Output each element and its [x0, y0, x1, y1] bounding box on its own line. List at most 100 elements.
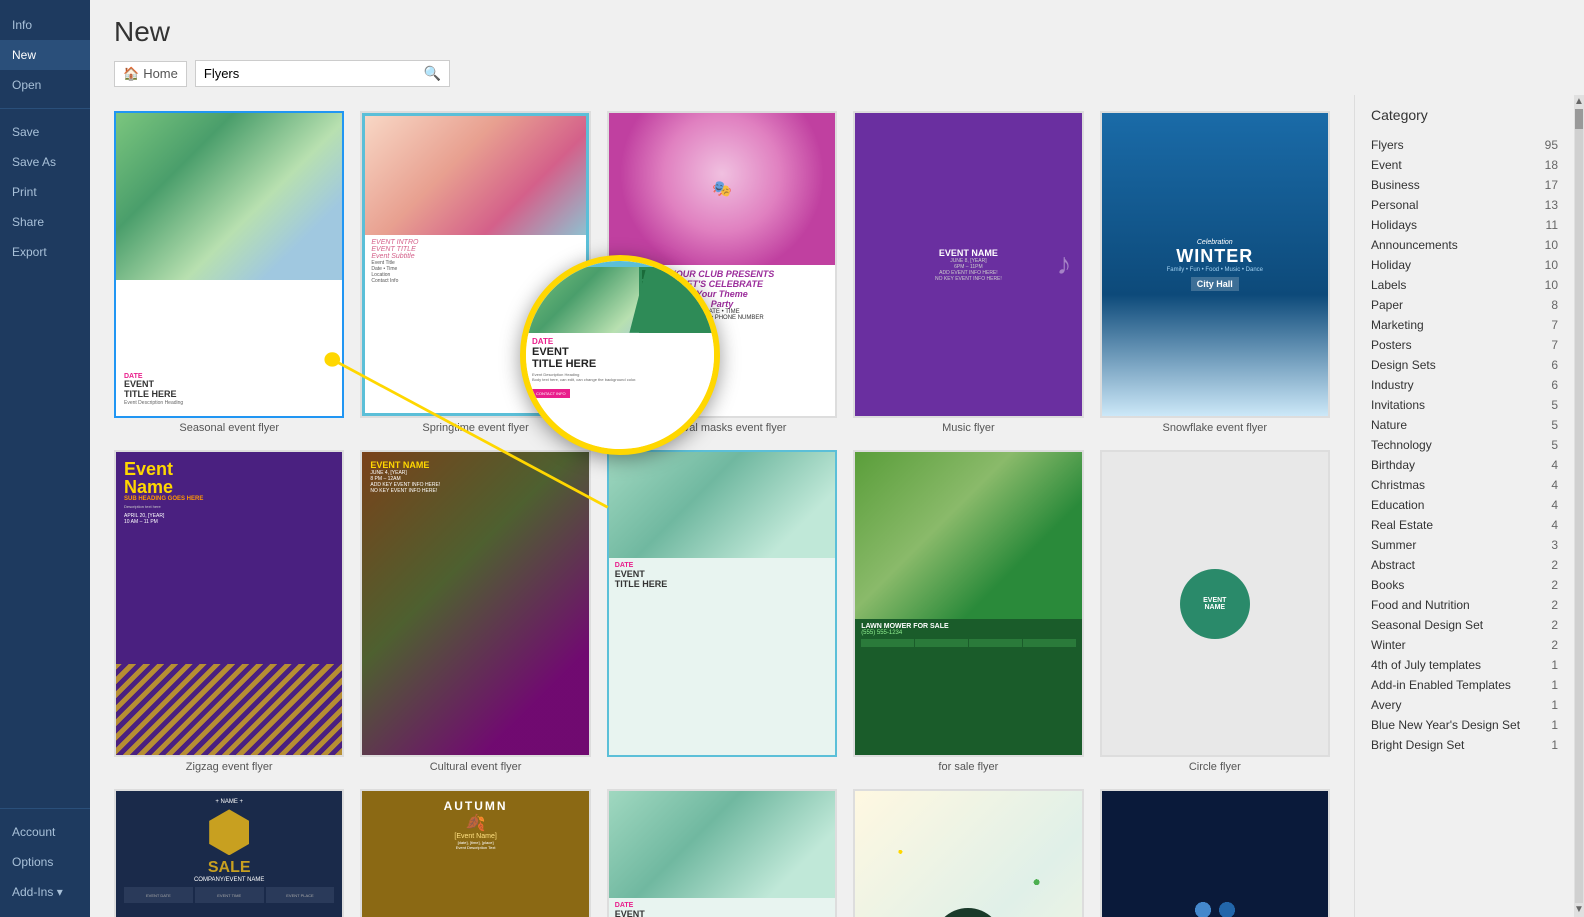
template-card-forsale[interactable]: LAWN MOWER FOR SALE (555) 555-1234 [853, 450, 1083, 773]
category-item-holiday[interactable]: Holiday 10 [1371, 255, 1558, 275]
flyer-zigzag-sub: SUB HEADING GOES HERE [124, 496, 334, 502]
category-item-food-and-nutrition[interactable]: Food and Nutrition 2 [1371, 595, 1558, 615]
template-thumb-autumn[interactable]: AUTUMN 🍂 [Event Name] [date], [time], [p… [360, 789, 590, 917]
sidebar-item-share[interactable]: Share [0, 207, 90, 237]
flyer-music-details: JUNE 8, [YEAR]6PM – 11PMADD EVENT INFO H… [935, 258, 1002, 282]
flyer-snowflake: Celebration WINTER Family • Fun • Food •… [1102, 113, 1328, 416]
category-item-education[interactable]: Education 4 [1371, 495, 1558, 515]
category-name: Christmas [1371, 478, 1425, 492]
template-card-summerparty[interactable]: SUMMERPARTYMM.DD.YY Summer party flyer [853, 789, 1083, 917]
category-item-books[interactable]: Books 2 [1371, 575, 1558, 595]
template-card-music[interactable]: ♪ EVENT NAME JUNE 8, [YEAR]6PM – 11PMADD… [853, 111, 1083, 434]
category-item-christmas[interactable]: Christmas 4 [1371, 475, 1558, 495]
template-card-elegantspring[interactable]: DATE EVENTTITLE HERE placeholder [607, 450, 837, 773]
template-label-circle: Circle flyer [1189, 761, 1241, 773]
category-item-avery[interactable]: Avery 1 [1371, 695, 1558, 715]
category-item-business[interactable]: Business 17 [1371, 175, 1558, 195]
category-item-summer[interactable]: Summer 3 [1371, 535, 1558, 555]
category-item-marketing[interactable]: Marketing 7 [1371, 315, 1558, 335]
template-card-elegantspring-real[interactable]: DATE EVENTTITLE HERE Elegant spring flye… [607, 789, 837, 917]
template-thumb-zigzag[interactable]: EventName SUB HEADING GOES HERE Descript… [114, 450, 344, 757]
scroll-down-arrow[interactable]: ▼ [1574, 905, 1584, 915]
flyer-elegantspring-text: DATE EVENTTITLE HERE [609, 558, 835, 593]
category-count: 7 [1551, 338, 1558, 352]
category-item-event[interactable]: Event 18 [1371, 155, 1558, 175]
template-card-circle[interactable]: EVENTNAME Circle flyer [1100, 450, 1330, 773]
template-card-snowflake[interactable]: Celebration WINTER Family • Fun • Food •… [1100, 111, 1330, 434]
category-name: Announcements [1371, 238, 1458, 252]
category-item-4th-of-july-templates[interactable]: 4th of July templates 1 [1371, 655, 1558, 675]
sidebar-item-options[interactable]: Options [0, 847, 90, 877]
category-name: Blue New Year's Design Set [1371, 718, 1520, 732]
template-thumb-seasonal[interactable]: DATE EVENTTITLE HERE Event Description H… [114, 111, 344, 418]
template-thumb-sale[interactable]: + NAME + SALE COMPANY/EVENT NAME EVENT D… [114, 789, 344, 917]
scroll-thumb[interactable] [1575, 109, 1583, 129]
search-input-wrap: 🔍 [195, 60, 450, 87]
category-item-blue-new-year's-design-set[interactable]: Blue New Year's Design Set 1 [1371, 715, 1558, 735]
category-item-real-estate[interactable]: Real Estate 4 [1371, 515, 1558, 535]
category-item-nature[interactable]: Nature 5 [1371, 415, 1558, 435]
template-thumb-summerparty[interactable]: SUMMERPARTYMM.DD.YY [853, 789, 1083, 917]
template-label-music: Music flyer [942, 422, 995, 434]
category-item-personal[interactable]: Personal 13 [1371, 195, 1558, 215]
search-input[interactable] [196, 62, 416, 85]
sidebar-item-new[interactable]: New [0, 40, 90, 70]
template-thumb-elegwinter[interactable]: NIGHT FASHION SHOW WINTERPARTY EVENTDATE… [1100, 789, 1330, 917]
category-item-paper[interactable]: Paper 8 [1371, 295, 1558, 315]
sidebar-item-addins[interactable]: Add-Ins ▾ [0, 877, 90, 907]
template-card-zigzag[interactable]: EventName SUB HEADING GOES HERE Descript… [114, 450, 344, 773]
category-item-bright-design-set[interactable]: Bright Design Set 1 [1371, 735, 1558, 755]
home-button[interactable]: 🏠 Home [114, 61, 187, 87]
template-card-cultural[interactable]: EVENT NAME JUNE 4, [YEAR]8 PM – 12AMADD … [360, 450, 590, 773]
category-item-holidays[interactable]: Holidays 11 [1371, 215, 1558, 235]
sidebar-item-print[interactable]: Print [0, 177, 90, 207]
category-item-labels[interactable]: Labels 10 [1371, 275, 1558, 295]
flyer-zigzag-text: Description text here [124, 504, 334, 509]
category-count: 2 [1551, 598, 1558, 612]
category-item-add-in-enabled-templates[interactable]: Add-in Enabled Templates 1 [1371, 675, 1558, 695]
category-item-design-sets[interactable]: Design Sets 6 [1371, 355, 1558, 375]
category-item-industry[interactable]: Industry 6 [1371, 375, 1558, 395]
sidebar-item-export[interactable]: Export [0, 237, 90, 267]
template-card-autumn[interactable]: AUTUMN 🍂 [Event Name] [date], [time], [p… [360, 789, 590, 917]
sidebar-item-info[interactable]: Info [0, 10, 90, 40]
category-item-announcements[interactable]: Announcements 10 [1371, 235, 1558, 255]
category-item-winter[interactable]: Winter 2 [1371, 635, 1558, 655]
sidebar-item-open[interactable]: Open [0, 70, 90, 100]
flyer-sale-company: COMPANY/EVENT NAME [124, 877, 334, 883]
sidebar-item-save-as[interactable]: Save As [0, 147, 90, 177]
category-item-posters[interactable]: Posters 7 [1371, 335, 1558, 355]
template-thumb-forsale[interactable]: LAWN MOWER FOR SALE (555) 555-1234 [853, 450, 1083, 757]
scroll-track[interactable] [1575, 109, 1583, 903]
flyer-elegantspring-title-real: EVENTTITLE HERE [615, 909, 829, 917]
flyer-snowflake-sub: Family • Fun • Food • Music • Dance [1167, 267, 1263, 273]
template-thumb-music[interactable]: ♪ EVENT NAME JUNE 8, [YEAR]6PM – 11PMADD… [853, 111, 1083, 418]
zoom-date: DATE [532, 337, 708, 346]
template-thumb-cultural[interactable]: EVENT NAME JUNE 4, [YEAR]8 PM – 12AMADD … [360, 450, 590, 757]
category-item-technology[interactable]: Technology 5 [1371, 435, 1558, 455]
scrollbar-vertical[interactable]: ▲ ▼ [1574, 95, 1584, 917]
template-card-sale[interactable]: + NAME + SALE COMPANY/EVENT NAME EVENT D… [114, 789, 344, 917]
sidebar-item-account[interactable]: Account [0, 817, 90, 847]
category-name: Winter [1371, 638, 1406, 652]
template-card-elegwinter[interactable]: NIGHT FASHION SHOW WINTERPARTY EVENTDATE… [1100, 789, 1330, 917]
category-item-abstract[interactable]: Abstract 2 [1371, 555, 1558, 575]
zoom-sidebar-item-1: Add Key Event Info Here! [642, 270, 711, 279]
flyer-cultural: EVENT NAME JUNE 4, [YEAR]8 PM – 12AMADD … [362, 452, 588, 755]
template-thumb-elegantspring-real[interactable]: DATE EVENTTITLE HERE [607, 789, 837, 917]
template-thumb-circle[interactable]: EVENTNAME [1100, 450, 1330, 757]
category-item-flyers[interactable]: Flyers 95 [1371, 135, 1558, 155]
category-item-seasonal-design-set[interactable]: Seasonal Design Set 2 [1371, 615, 1558, 635]
template-thumb-elegantspring[interactable]: DATE EVENTTITLE HERE [607, 450, 837, 757]
sidebar-item-save[interactable]: Save [0, 117, 90, 147]
flyer-seasonal-date: DATE [124, 373, 334, 380]
category-count: 1 [1551, 658, 1558, 672]
scroll-up-arrow[interactable]: ▲ [1574, 97, 1584, 107]
template-card-seasonal[interactable]: DATE EVENTTITLE HERE Event Description H… [114, 111, 344, 434]
category-item-invitations[interactable]: Invitations 5 [1371, 395, 1558, 415]
category-count: 2 [1551, 618, 1558, 632]
template-thumb-snowflake[interactable]: Celebration WINTER Family • Fun • Food •… [1100, 111, 1330, 418]
flyer-carnival-top: 🎭 [609, 113, 835, 265]
category-item-birthday[interactable]: Birthday 4 [1371, 455, 1558, 475]
search-button[interactable]: 🔍 [416, 61, 449, 86]
